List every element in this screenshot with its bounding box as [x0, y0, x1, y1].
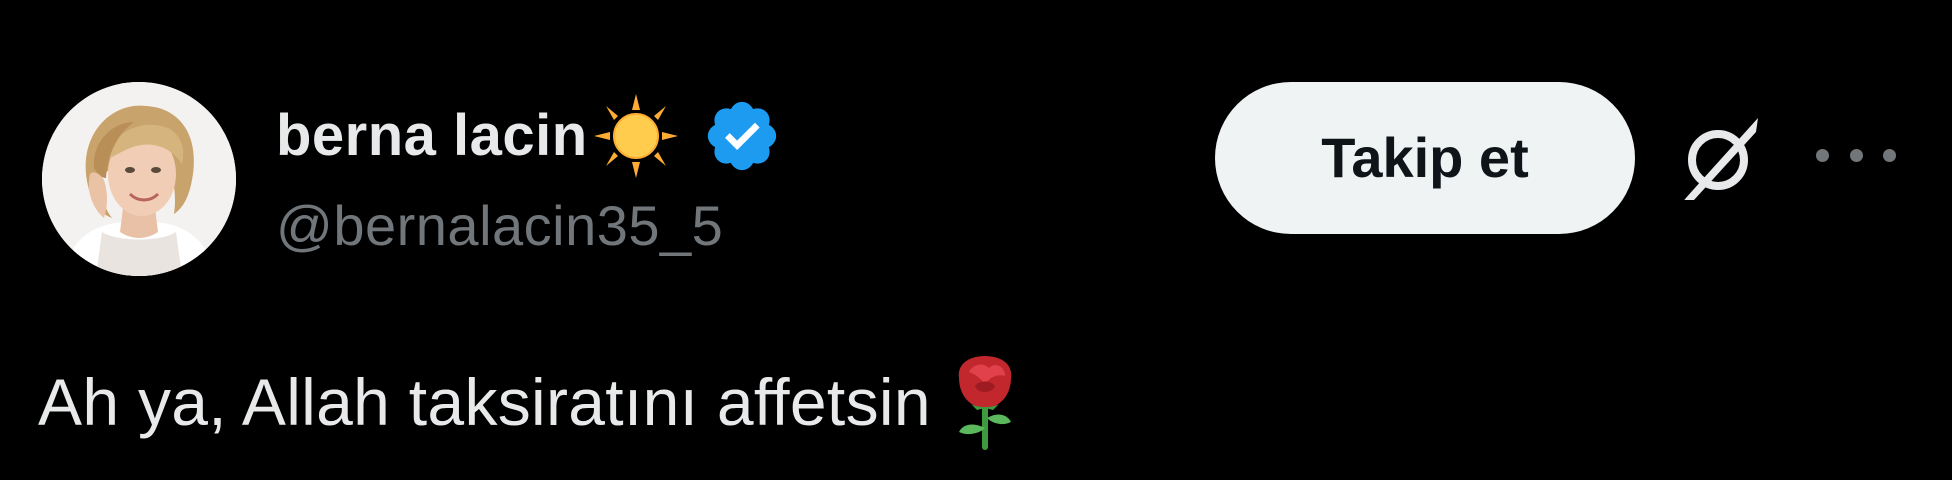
rose-emoji-icon — [958, 356, 1012, 450]
dot-icon — [1849, 148, 1863, 162]
dot-icon — [1816, 148, 1829, 162]
grok-icon[interactable] — [1672, 110, 1768, 206]
avatar[interactable] — [42, 82, 236, 276]
verified-badge-icon[interactable] — [702, 96, 782, 176]
follow-button[interactable]: Takip et — [1215, 82, 1635, 234]
tweet-text: Ah ya, Allah taksiratını affetsin — [38, 365, 931, 439]
handle[interactable]: @bernalacin35_5 — [276, 198, 723, 254]
tweet-text-row: Ah ya, Allah taksiratını affetsin — [38, 352, 1021, 452]
display-name-row: berna lacin — [276, 94, 782, 178]
dot-icon — [1883, 148, 1896, 162]
more-horizontal-icon[interactable] — [1816, 140, 1896, 170]
display-name[interactable]: berna lacin — [276, 107, 588, 165]
sun-with-rays-emoji-icon — [593, 94, 678, 178]
follow-button-label: Takip et — [1321, 126, 1529, 189]
tweet-card: berna lacin @bernalacin35_5 Takip et Ah … — [0, 0, 1952, 480]
